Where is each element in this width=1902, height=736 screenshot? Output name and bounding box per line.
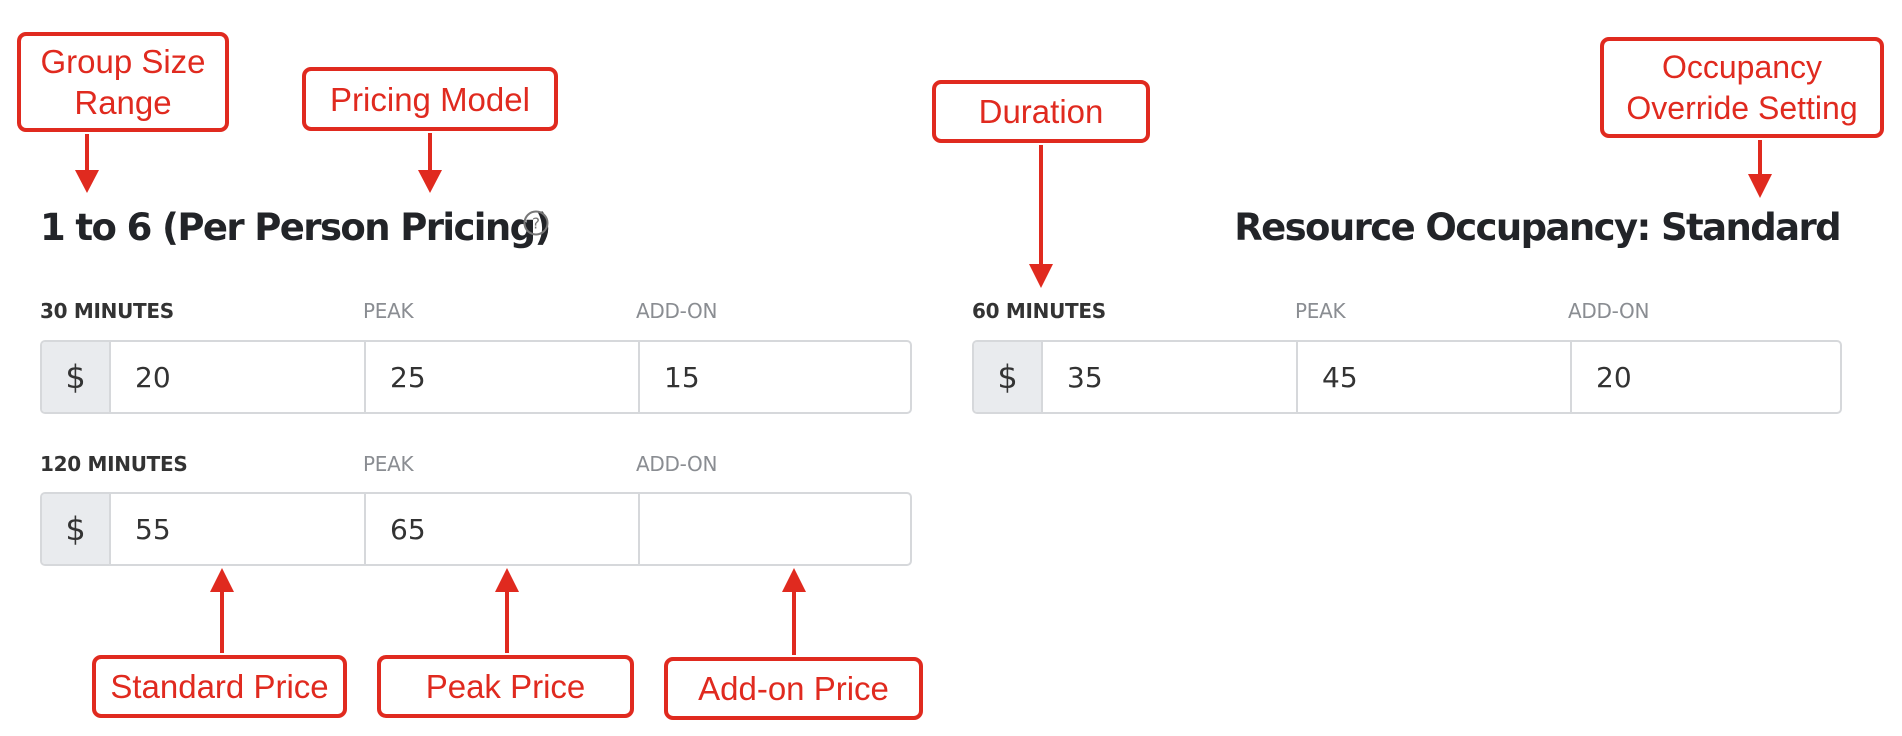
annotation-arrows [75,133,1772,655]
